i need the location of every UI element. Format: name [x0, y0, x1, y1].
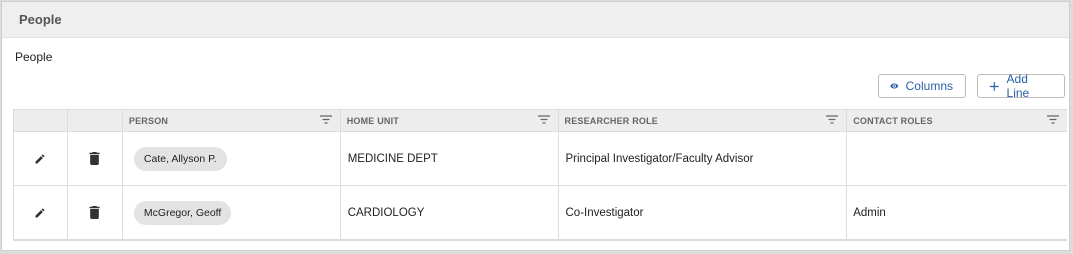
columns-label: Columns	[905, 79, 953, 93]
panel-header: People	[2, 2, 1069, 38]
header-person[interactable]: PERSON	[123, 110, 341, 131]
header-researcher-role-label: RESEARCHER ROLE	[564, 115, 659, 126]
delete-cell	[68, 186, 123, 239]
researcher-role-cell: Co-Investigator	[559, 186, 848, 239]
people-table: PERSON HOME UNIT RESEARCHER ROLE CONTACT…	[13, 109, 1067, 241]
grid-toolbar: Columns Add Line	[878, 72, 1065, 100]
filter-icon[interactable]	[537, 115, 550, 124]
edit-cell	[14, 186, 68, 239]
contact-roles-cell	[847, 132, 1067, 185]
home-unit-cell: MEDICINE DEPT	[341, 132, 559, 185]
header-home-unit[interactable]: HOME UNIT	[341, 110, 559, 131]
person-chip[interactable]: McGregor, Geoff	[133, 200, 232, 225]
header-researcher-role[interactable]: RESEARCHER ROLE	[559, 110, 848, 131]
table-row: McGregor, Geoff CARDIOLOGY Co-Investigat…	[14, 186, 1067, 240]
pencil-icon[interactable]	[34, 153, 46, 165]
columns-button[interactable]: Columns	[878, 74, 966, 98]
add-line-button[interactable]: Add Line	[977, 72, 1065, 100]
header-home-unit-label: HOME UNIT	[346, 115, 400, 126]
section-label: People	[15, 50, 53, 64]
eye-icon	[890, 83, 899, 89]
header-delete-cell	[68, 110, 123, 131]
header-edit-cell	[14, 110, 68, 131]
plus-icon	[989, 81, 999, 91]
researcher-role-cell: Principal Investigator/Faculty Advisor	[559, 132, 848, 185]
person-chip[interactable]: Cate, Allyson P.	[133, 146, 227, 171]
header-person-label: PERSON	[128, 115, 169, 126]
people-panel: People People Columns Add Line PERSON HO	[1, 1, 1070, 251]
panel-title: People	[19, 12, 62, 27]
pencil-icon[interactable]	[34, 207, 46, 219]
person-cell: Cate, Allyson P.	[123, 132, 341, 185]
delete-cell	[68, 132, 123, 185]
table-row: Cate, Allyson P. MEDICINE DEPT Principal…	[14, 132, 1067, 186]
add-line-label: Add Line	[1006, 72, 1030, 100]
trash-icon[interactable]	[89, 152, 100, 165]
trash-icon[interactable]	[89, 206, 100, 219]
table-header-row: PERSON HOME UNIT RESEARCHER ROLE CONTACT…	[14, 110, 1067, 132]
contact-roles-cell: Admin	[853, 206, 886, 219]
person-cell: McGregor, Geoff	[123, 186, 341, 239]
header-contact-roles[interactable]: CONTACT ROLES	[847, 110, 1067, 131]
header-contact-roles-label: CONTACT ROLES	[853, 115, 933, 126]
filter-icon[interactable]	[319, 115, 332, 124]
edit-cell	[14, 132, 68, 185]
filter-icon[interactable]	[1047, 115, 1060, 124]
home-unit-cell: CARDIOLOGY	[341, 186, 559, 239]
filter-icon[interactable]	[826, 115, 839, 124]
